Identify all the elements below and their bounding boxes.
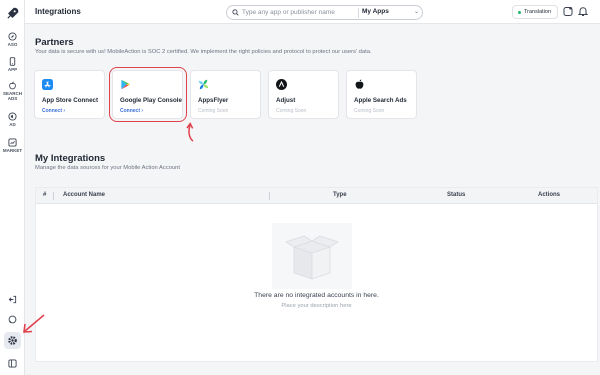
sidebar-item-aso[interactable]: ASO [0,32,25,47]
search-icon [232,9,239,16]
highlight-annotation [109,67,187,122]
search-divider [358,8,359,18]
partner-name: Adjust [276,97,296,104]
app-selector[interactable]: My Apps [362,8,389,15]
chart-icon [8,138,17,147]
adjust-icon [276,79,287,90]
sidebar-item-ad[interactable]: AD [0,112,25,127]
sidebar-item-label: ASO [7,42,18,47]
whats-new-icon[interactable] [563,6,573,17]
appsflyer-icon [198,79,209,90]
coming-soon-label: Coming Soon [354,108,385,114]
partner-name: App Store Connect [42,97,99,104]
search-bar[interactable]: My Apps ⌄ [226,5,423,20]
logout-button[interactable] [0,295,25,304]
my-integrations-heading: My Integrations [35,153,106,164]
column-header-account-name[interactable]: Account Name [63,192,105,198]
partner-card-appsflyer: AppsFlyer Coming Soon [190,70,261,119]
phone-icon [9,57,16,66]
column-header-status[interactable]: Status [447,192,465,198]
sidebar-item-market[interactable]: MARKET [0,138,25,153]
partner-card-apple-search-ads: Apple Search Ads Coming Soon [346,70,417,119]
empty-state-title: There are no integrated accounts in here… [254,292,379,299]
table-header: # Account Name Type Status Actions [36,188,597,204]
rocket-logo-icon[interactable] [5,6,20,21]
connect-link[interactable]: Connect › [42,108,65,114]
integrations-table: # Account Name Type Status Actions There… [35,187,598,362]
chevron-down-icon[interactable]: ⌄ [414,8,419,15]
collapse-icon [8,359,17,368]
support-icon [8,315,17,324]
sidebar-item-label: MARKET [2,148,23,153]
annotation-arrow-icon [186,122,194,142]
main-content: Partners Your data is secure with us! Mo… [25,24,600,375]
empty-state-subtitle: Place your description here [281,303,352,309]
my-integrations-subtitle: Manage the data sources for your Mobile … [35,165,181,171]
settings-button[interactable] [4,332,21,349]
partner-card-adjust: Adjust Coming Soon [268,70,339,119]
status-dot [518,11,521,14]
column-header-actions: Actions [538,192,561,198]
page-title: Integrations [35,7,81,16]
column-divider [269,192,270,200]
compass-icon [8,32,17,41]
gear-icon [8,336,17,345]
coming-soon-label: Coming Soon [198,108,229,114]
translation-button[interactable]: Translation [512,5,558,19]
sidebar-item-label: APP [7,67,18,72]
coming-soon-label: Coming Soon [276,108,307,114]
sidebar-item-label: AD [9,122,16,127]
column-header-index: # [43,192,47,198]
apple-icon [9,81,16,90]
partners-subtitle: Your data is secure with us! MobileActio… [35,49,372,55]
partners-heading: Partners [35,37,74,48]
partner-name: AppsFlyer [198,97,229,104]
logout-icon [8,295,17,304]
column-header-type[interactable]: Type [333,192,347,198]
bell-icon[interactable] [578,6,588,17]
empty-box-icon [272,223,352,289]
partner-name: Apple Search Ads [354,97,407,104]
translation-label: Translation [524,9,552,15]
sidebar-item-label: SEARCH ADS [3,91,23,101]
collapse-sidebar-button[interactable] [0,359,25,368]
megaphone-icon [8,112,17,121]
apple-icon [355,79,364,89]
app-store-icon [42,79,53,90]
top-header: Integrations My Apps ⌄ Translation [25,0,600,24]
search-input[interactable] [242,7,357,18]
partner-card-app-store-connect[interactable]: App Store Connect Connect › [34,70,105,119]
sidebar-item-search-ads[interactable]: SEARCH ADS [0,81,25,101]
annotation-arrow-icon [23,314,45,333]
column-divider [53,192,54,200]
sidebar-item-app[interactable]: APP [0,57,25,72]
